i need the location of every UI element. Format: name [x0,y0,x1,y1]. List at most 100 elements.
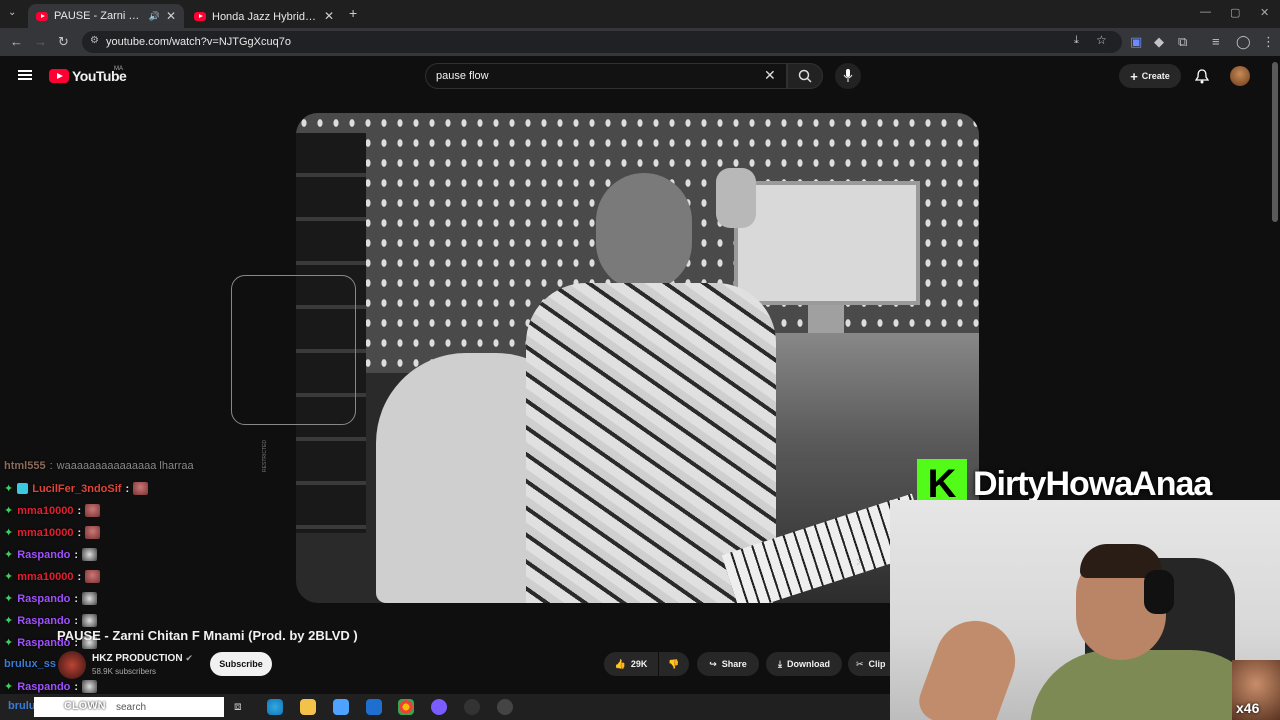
subscriber-gem-icon: ✦ [4,615,14,627]
tab-title: Honda Jazz Hybrid : عروة فالمغرب [212,10,318,23]
app-icon[interactable] [431,699,447,715]
chat-emote-icon [82,592,98,605]
share-button[interactable]: ↪ Share [697,652,759,676]
chat-message: ✦ Raspando : [4,680,98,693]
subscriber-gem-icon: ✦ [4,637,14,649]
dislike-button[interactable]: 👎 [659,652,689,676]
video-artist [516,173,776,603]
close-window-icon[interactable]: ✕ [1260,6,1269,19]
notifications-bell-icon[interactable] [1195,69,1209,84]
like-button[interactable]: 👍 29K [604,652,658,676]
new-tab-button[interactable]: + [349,5,357,21]
video-monitor-stand [808,305,844,335]
browser-toolbar: ← → ↻ ⚙ youtube.com/watch?v=NJTGgXcuq7o … [0,28,1280,56]
file-explorer-icon[interactable] [300,699,316,715]
chat-user: brulux_ss [4,658,56,670]
reload-icon[interactable]: ↻ [58,34,69,50]
create-button[interactable]: + Create [1119,64,1181,88]
share-arrow-icon: ↪ [709,658,717,669]
extensions-puzzle-icon[interactable]: ⧉ [1178,34,1187,50]
account-avatar[interactable] [1230,66,1250,86]
subscriber-gem-icon: ✦ [4,549,14,561]
search-input[interactable]: pause flow ✕ [425,63,787,89]
streamer-webcam [890,500,1280,720]
combo-multiplier: x46 [1236,700,1260,716]
task-view-icon[interactable]: ⧈ [234,699,250,715]
minimize-icon[interactable]: — [1200,6,1211,18]
obs-icon[interactable] [464,699,480,715]
clip-label: Clip [868,659,886,669]
download-button[interactable]: ⤓ Download [766,652,842,676]
maximize-icon[interactable]: ▢ [1230,6,1240,19]
site-info-icon[interactable]: ⚙ [90,35,99,46]
clip-button[interactable]: ✂ Clip [848,652,890,676]
voice-search-button[interactable] [835,63,861,89]
chat-emote-icon [85,570,101,583]
overlay-frame [231,275,356,425]
tab-honda[interactable]: Honda Jazz Hybrid : عروة فالمغرب ✕ [186,4,342,28]
chrome-icon[interactable] [398,699,414,715]
tab-pause[interactable]: PAUSE - Zarni Chitan F Mna… 🔊 ✕ [28,4,184,28]
close-tab-icon[interactable]: ✕ [166,9,176,23]
extension-diamond-icon[interactable]: ◆ [1154,34,1164,50]
edge-browser-icon[interactable] [267,699,283,715]
store-icon[interactable] [333,699,349,715]
close-tab-icon[interactable]: ✕ [324,9,334,23]
back-icon[interactable]: ← [10,34,23,49]
chat-user: LucilFer_3ndoSif [32,482,122,495]
address-bar[interactable]: ⚙ youtube.com/watch?v=NJTGgXcuq7o ⤓ ☆ [82,31,1122,53]
download-icon: ⤓ [778,658,782,669]
url-text: youtube.com/watch?v=NJTGgXcuq7o [106,36,291,48]
channel-name[interactable]: HKZ PRODUCTION ✔ [92,653,193,664]
microphone-icon [843,69,853,82]
channel-avatar[interactable] [58,651,86,679]
chat-user: html555 [4,460,46,472]
youtube-favicon-icon [36,11,48,21]
hamburger-menu-icon[interactable] [18,70,32,80]
subscriber-gem-icon: ✦ [4,483,14,495]
extension-translate-icon[interactable]: ▣ [1130,34,1142,50]
next-chevron-icon[interactable]: › [856,553,861,571]
media-control-icon[interactable]: ≡ [1212,34,1220,49]
webcam-hand [913,609,1027,720]
taskbar-search-placeholder: search [116,701,147,713]
video-player[interactable]: › [296,113,979,603]
plus-icon: + [1130,68,1138,84]
windows-taskbar: brulux_ss CLOWN search ⧈ [0,694,890,720]
chat-message: ✦ mma10000 : [4,526,101,539]
subscribe-button[interactable]: Subscribe [210,652,272,676]
chat-text: waaaaaaaaaaaaaaa lharraa [56,460,194,472]
chat-user: mma10000 [17,570,74,583]
search-button[interactable] [787,63,823,89]
outlook-icon[interactable] [366,699,382,715]
chat-user: Raspando [17,614,71,627]
clear-search-icon[interactable]: ✕ [764,67,776,84]
audio-icon[interactable]: 🔊 [149,11,160,22]
chat-message: ✦ mma10000 : [4,504,101,517]
search-icon [798,69,812,83]
chat-user: mma10000 [17,526,74,539]
tab-search-icon[interactable]: ⌄ [8,7,16,18]
chat-emote-icon [133,482,149,495]
chat-emote-icon [82,680,98,693]
page-scrollbar[interactable] [1272,62,1278,222]
chat-message: ✦ Raspando : [4,614,98,627]
install-icon[interactable]: ⤓ [1074,34,1079,47]
menu-dots-icon[interactable]: ⋮ [1262,34,1275,50]
bookmark-star-icon[interactable]: ☆ [1096,33,1107,47]
streamer-name: DirtyHowaAnaa [973,464,1212,503]
youtube-header: YouTube MA pause flow ✕ + Create [0,56,1280,96]
subscriber-gem-icon: ✦ [4,571,14,583]
taskbar-search-input[interactable]: CLOWN search [34,697,224,717]
scissors-icon: ✂ [856,658,864,669]
subscriber-gem-icon: ✦ [4,681,14,693]
thumbs-up-icon: 👍 [614,658,626,669]
share-label: Share [721,659,747,669]
app-g-icon[interactable] [497,699,513,715]
channel-name-text: HKZ PRODUCTION [92,653,183,664]
profile-icon[interactable]: ◯ [1236,34,1251,50]
forward-icon[interactable]: → [34,34,47,49]
chat-user: Raspando [17,592,71,605]
chat-message: ✦ Raspando : [4,592,98,605]
browser-tab-bar: ⌄ PAUSE - Zarni Chitan F Mna… 🔊 ✕ Honda … [0,0,1280,28]
